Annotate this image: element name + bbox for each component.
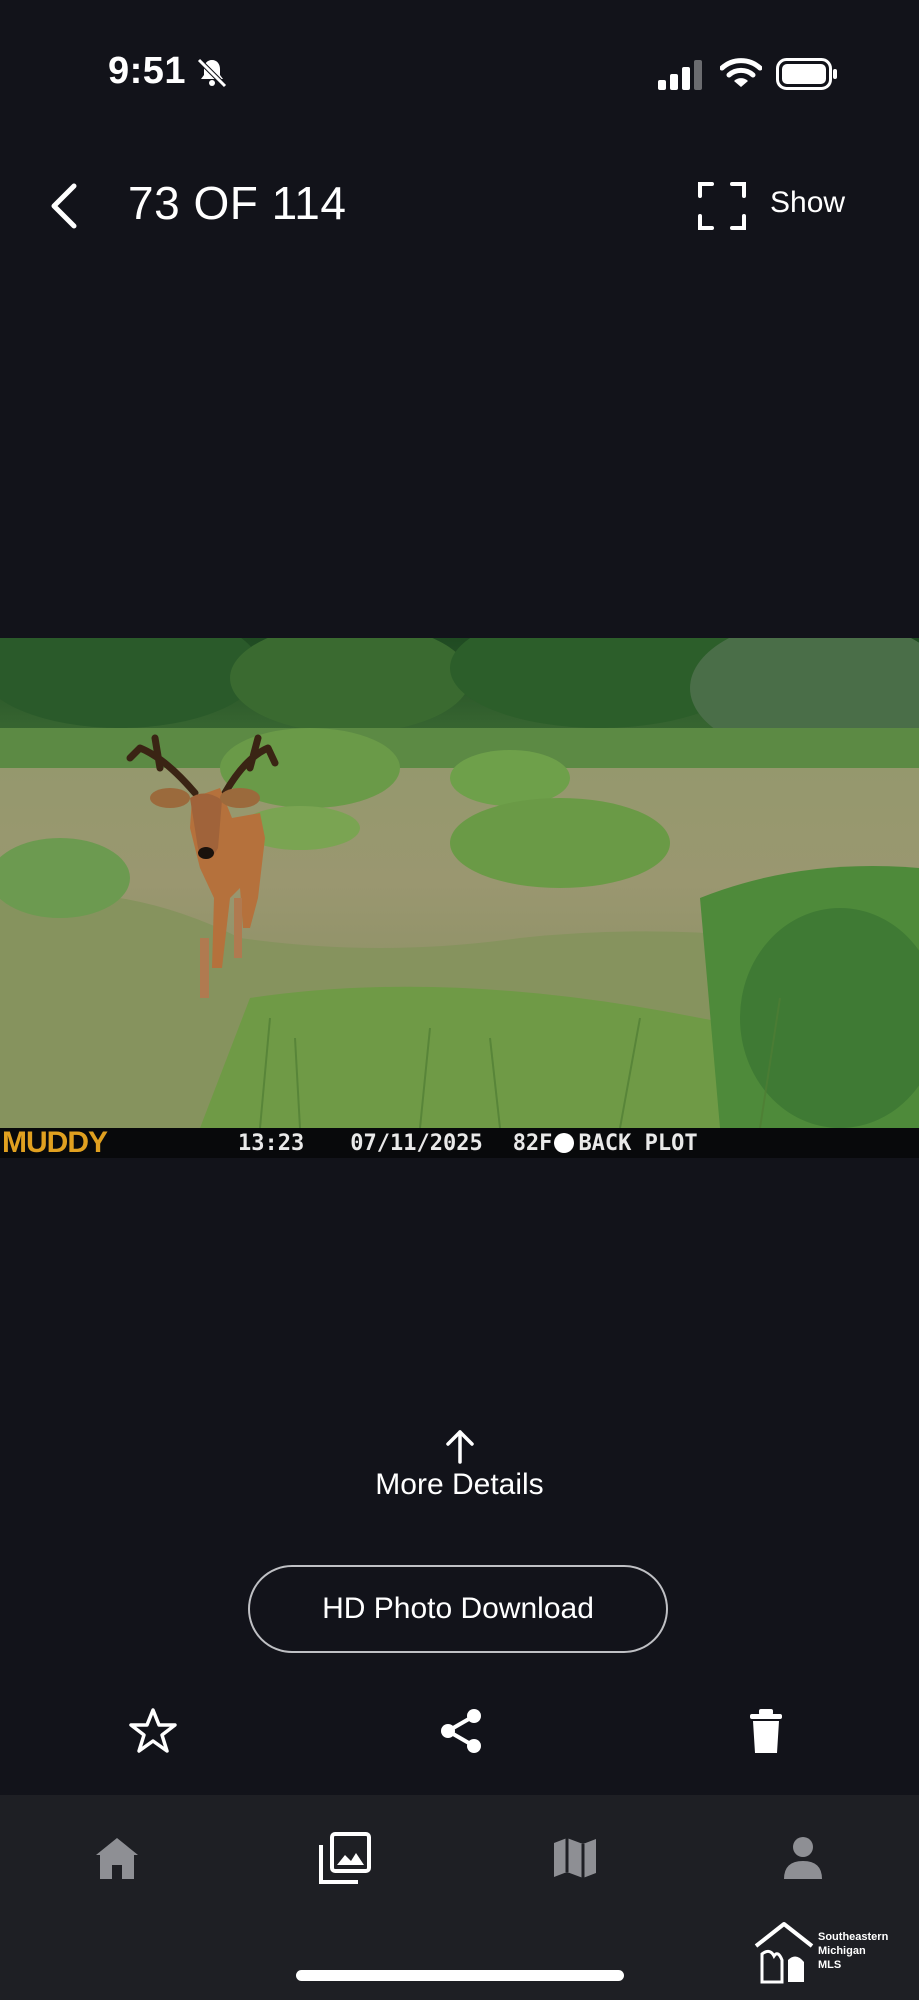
cellular-signal-icon [658,60,702,90]
fullscreen-icon[interactable] [696,180,748,232]
up-arrow-icon[interactable] [440,1428,480,1464]
mls-line-3: MLS [818,1959,842,1971]
photo-temperature: 82F [512,1130,553,1156]
hd-photo-download-button[interactable]: HD Photo Download [248,1565,668,1653]
moon-phase-icon [554,1133,575,1153]
mls-line-1: Southeastern [818,1931,889,1943]
photo-date: 07/11/2025 [350,1130,483,1156]
back-chevron-icon[interactable] [44,180,84,232]
map-tab-icon[interactable] [552,1835,598,1881]
photo-time: 13:23 [238,1130,305,1156]
camera-brand-logo: MUDDY [2,1126,108,1158]
photos-tab-icon[interactable] [318,1831,372,1885]
photo-location: BACK PLOT [578,1130,698,1156]
trail-camera-photo: MUDDY 13:23 07/11/2025 82F BACK PLOT [0,638,919,1158]
camera-timestamp-bar: MUDDY 13:23 07/11/2025 82F BACK PLOT [0,1126,919,1158]
trash-icon[interactable] [746,1706,786,1756]
home-tab-icon[interactable] [94,1835,140,1881]
photo-counter: 73 OF 114 [128,177,347,229]
share-icon[interactable] [436,1706,486,1756]
wifi-icon [720,58,762,87]
bell-slash-icon [197,58,227,88]
home-indicator[interactable] [296,1970,624,1981]
show-button[interactable]: Show [770,186,845,220]
battery-icon [776,58,837,90]
profile-tab-icon[interactable] [782,1835,824,1881]
mls-line-2: Michigan [818,1945,866,1957]
favorite-star-icon[interactable] [128,1706,178,1756]
mls-watermark-logo: Southeastern Michigan MLS [752,1920,912,1986]
michigan-house-icon [754,1922,814,1984]
more-details-link[interactable]: More Details [0,1468,919,1502]
deer-scene-image [0,638,919,1128]
status-time: 9:51 [108,50,187,92]
